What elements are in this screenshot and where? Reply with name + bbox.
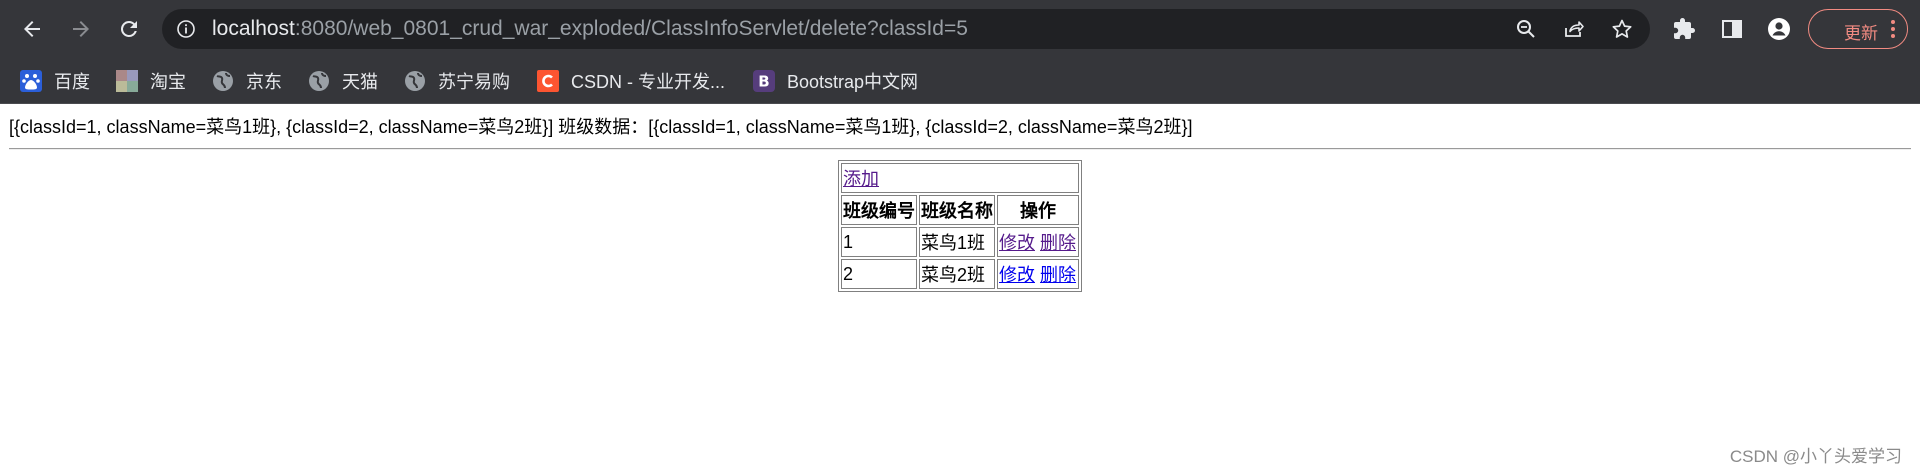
zoom-icon[interactable] bbox=[1514, 17, 1538, 41]
bootstrap-icon: B bbox=[753, 70, 775, 92]
class-table: 添加 班级编号 班级名称 操作 1 菜鸟1班 修改 删除 2 菜鸟2班 修改 删… bbox=[838, 160, 1082, 292]
reload-button[interactable] bbox=[109, 9, 149, 49]
cell-actions: 修改 删除 bbox=[997, 227, 1079, 257]
taobao-icon bbox=[116, 70, 138, 92]
url-text[interactable]: localhost:8080/web_0801_crud_war_explode… bbox=[212, 9, 968, 49]
more-vert-icon[interactable] bbox=[1891, 19, 1895, 39]
star-icon[interactable] bbox=[1610, 17, 1634, 41]
profile-icon[interactable] bbox=[1767, 17, 1791, 41]
globe-icon bbox=[212, 70, 234, 92]
table-row: 2 菜鸟2班 修改 删除 bbox=[841, 259, 1079, 289]
table-header-row: 班级编号 班级名称 操作 bbox=[841, 195, 1079, 225]
bookmark-suning[interactable]: 苏宁易购 bbox=[404, 65, 510, 97]
table-row: 添加 bbox=[841, 163, 1079, 193]
add-cell: 添加 bbox=[841, 163, 1079, 193]
horizontal-rule bbox=[9, 148, 1911, 150]
delete-link[interactable]: 删除 bbox=[1040, 233, 1076, 253]
bookmark-baidu[interactable]: 百度 bbox=[20, 65, 90, 97]
add-link[interactable]: 添加 bbox=[843, 169, 879, 189]
svg-text:B: B bbox=[758, 73, 769, 91]
bookmark-label: 百度 bbox=[54, 72, 90, 92]
csdn-icon bbox=[537, 70, 559, 92]
bookmark-jd[interactable]: 京东 bbox=[212, 65, 282, 97]
cell-class-id: 2 bbox=[841, 259, 917, 289]
table-row: 1 菜鸟1班 修改 删除 bbox=[841, 227, 1079, 257]
url-host: localhost bbox=[212, 17, 295, 40]
bookmark-label: Bootstrap中文网 bbox=[787, 72, 919, 92]
bookmark-taobao[interactable]: 淘宝 bbox=[116, 65, 186, 97]
globe-icon bbox=[308, 70, 330, 92]
watermark-text: CSDN @小丫头爱学习 bbox=[1729, 447, 1902, 466]
bookmarks-bar: 百度 淘宝 京东 天猫 苏宁易购 CSDN - 专业开发... B Bootst… bbox=[0, 58, 1920, 104]
bookmark-label: 京东 bbox=[246, 72, 282, 92]
baidu-icon bbox=[20, 70, 42, 92]
edit-link[interactable]: 修改 bbox=[999, 233, 1035, 253]
cell-class-name: 菜鸟2班 bbox=[919, 259, 995, 289]
address-bar[interactable]: localhost:8080/web_0801_crud_war_explode… bbox=[162, 9, 1650, 49]
page-content: [{classId=1, className=菜鸟1班}, {classId=2… bbox=[0, 104, 1920, 475]
column-header-actions: 操作 bbox=[997, 195, 1079, 225]
edit-link[interactable]: 修改 bbox=[999, 265, 1035, 285]
back-arrow-icon bbox=[24, 21, 40, 37]
column-header-class-id: 班级编号 bbox=[841, 195, 917, 225]
bookmark-label: 苏宁易购 bbox=[438, 72, 510, 92]
info-icon[interactable] bbox=[176, 19, 196, 39]
column-header-class-name: 班级名称 bbox=[919, 195, 995, 225]
bookmark-label: 天猫 bbox=[342, 72, 378, 92]
share-icon[interactable] bbox=[1562, 17, 1586, 41]
update-button[interactable]: 更新 bbox=[1808, 9, 1908, 49]
delete-link[interactable]: 删除 bbox=[1040, 265, 1076, 285]
url-path: :8080/web_0801_crud_war_exploded/ClassIn… bbox=[294, 17, 968, 40]
bookmark-csdn[interactable]: CSDN - 专业开发... bbox=[537, 65, 725, 97]
update-label: 更新 bbox=[1844, 24, 1878, 44]
cell-class-name: 菜鸟1班 bbox=[919, 227, 995, 257]
bookmark-bootstrap[interactable]: B Bootstrap中文网 bbox=[753, 65, 918, 97]
forward-button[interactable] bbox=[61, 9, 101, 49]
cell-actions: 修改 删除 bbox=[997, 259, 1079, 289]
forward-arrow-icon bbox=[73, 21, 89, 37]
back-button[interactable] bbox=[12, 9, 52, 49]
debug-output-text: [{classId=1, className=菜鸟1班}, {classId=2… bbox=[9, 117, 1193, 137]
cell-class-id: 1 bbox=[841, 227, 917, 257]
bookmark-label: CSDN - 专业开发... bbox=[571, 72, 726, 92]
browser-toolbar: localhost:8080/web_0801_crud_war_explode… bbox=[0, 0, 1920, 58]
bookmark-tmall[interactable]: 天猫 bbox=[308, 65, 378, 97]
puzzle-icon[interactable] bbox=[1672, 17, 1696, 41]
globe-icon bbox=[404, 70, 426, 92]
bookmark-label: 淘宝 bbox=[150, 72, 186, 92]
side-panel-icon[interactable] bbox=[1720, 17, 1744, 41]
reload-icon bbox=[121, 20, 137, 37]
